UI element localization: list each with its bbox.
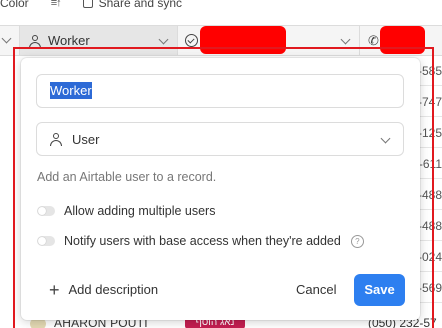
screen: Color ≡↑ Share and sync Worker ✆ -585 -7… [0,0,442,328]
add-description-label: Add description [68,282,159,297]
field-type-description: Add an Airtable user to a record. [37,170,217,184]
notify-users-label: Notify users with base access when they'… [64,234,341,248]
field-edit-dialog: Worker User Add an Airtable user to a re… [21,58,420,320]
field-type-label: User [72,131,100,147]
share-sync-button[interactable]: Share and sync [82,0,182,10]
user-icon [49,132,63,146]
phone-icon: ✆ [368,32,379,48]
plus-icon: + [49,279,60,300]
share-icon [82,0,93,8]
add-description-button[interactable]: + Add description [49,279,159,300]
field-name-input[interactable]: Worker [36,74,404,108]
share-label: Share and sync [98,0,182,10]
field-name-selected-text: Worker [50,82,92,99]
notify-users-toggle[interactable] [37,236,55,246]
chevron-down-icon [1,33,12,44]
notify-users-row[interactable]: Notify users with base access when they'… [37,234,364,248]
help-circle-icon[interactable]: ? [350,234,364,248]
save-button[interactable]: Save [354,274,405,306]
allow-multiple-users-toggle[interactable] [37,206,55,216]
column-header-worker-label: Worker [48,33,90,48]
group-icon: ≡↑ [50,0,62,9]
allow-multiple-users-row[interactable]: Allow adding multiple users [37,204,215,218]
redaction-block [200,26,286,54]
redaction-block [380,26,425,54]
user-icon [28,34,42,48]
cancel-button[interactable]: Cancel [296,282,336,297]
chevron-down-icon [380,133,391,144]
color-label: Color [0,0,29,10]
circle-check-icon [185,34,198,47]
column-header-worker[interactable]: Worker [20,26,178,55]
column-header-previous[interactable] [0,26,20,55]
field-type-select[interactable]: User [36,122,404,156]
color-button[interactable]: Color [0,0,29,10]
chevron-down-icon[interactable] [340,34,351,45]
toolbar: Color ≡↑ Share and sync [0,0,442,12]
group-button[interactable]: ≡↑ [50,0,62,9]
chevron-down-icon[interactable] [158,34,169,45]
allow-multiple-users-label: Allow adding multiple users [64,204,216,218]
